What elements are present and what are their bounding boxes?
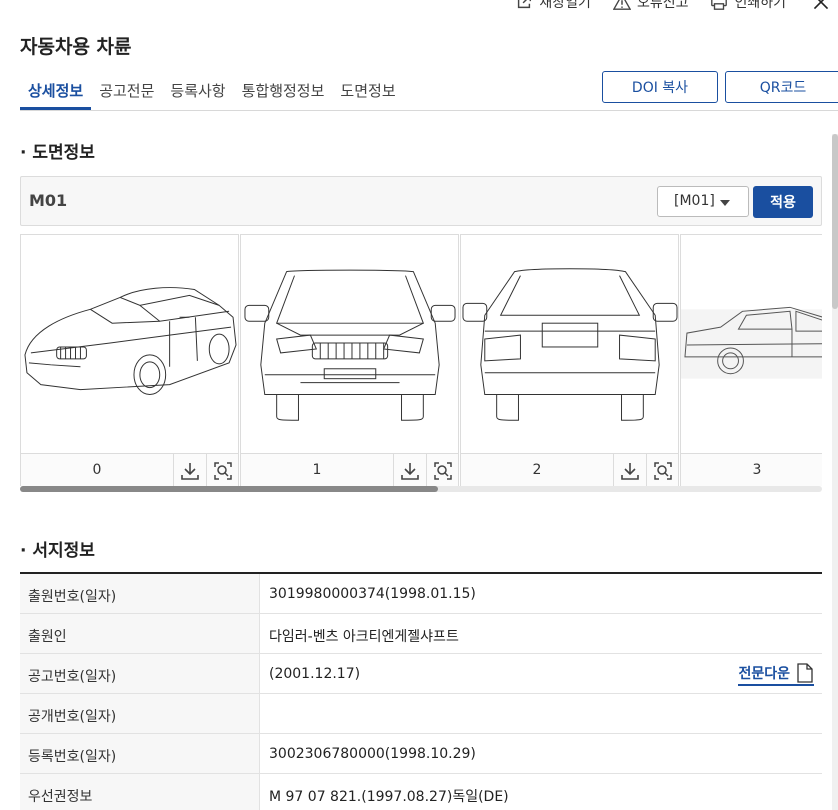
- drawing-card[interactable]: 2: [460, 234, 679, 486]
- car-side-drawing[interactable]: [681, 235, 822, 453]
- drawing-card[interactable]: 1: [240, 234, 459, 486]
- car-perspective-drawing[interactable]: [21, 235, 238, 453]
- qr-code-button[interactable]: QR코드: [725, 71, 838, 103]
- row-value: 3002306780000(1998.10.29): [269, 746, 476, 762]
- doi-copy-button[interactable]: DOI 복사: [602, 71, 718, 103]
- close-icon[interactable]: [812, 0, 830, 11]
- row-key: 출원인: [20, 614, 260, 653]
- car-rear-drawing[interactable]: [461, 235, 678, 453]
- drawing-index: 2: [532, 462, 542, 478]
- zoom-button[interactable]: [426, 454, 459, 486]
- zoom-icon: [654, 461, 672, 480]
- drawing-card[interactable]: 0: [20, 234, 239, 486]
- new-window-link[interactable]: 새창열기: [515, 0, 591, 12]
- report-error-link[interactable]: 오류신고: [612, 0, 689, 12]
- download-button[interactable]: [173, 454, 206, 486]
- warning-icon: [612, 0, 631, 10]
- tab-announcement[interactable]: 공고전문: [91, 78, 162, 110]
- tab-drawing[interactable]: 도면정보: [332, 78, 403, 110]
- download-icon: [401, 462, 419, 480]
- table-row: 공고번호(일자) (2001.12.17) 전문다운: [20, 654, 822, 694]
- card-footer: 2: [461, 453, 678, 486]
- full-text-download-link[interactable]: 전문다운: [738, 663, 814, 686]
- drawing-select-value: [M01]: [674, 193, 715, 209]
- apply-button[interactable]: 적용: [753, 186, 813, 218]
- row-key: 등록번호(일자): [20, 734, 260, 773]
- row-key: 공개번호(일자): [20, 694, 260, 733]
- printer-icon: [711, 0, 728, 10]
- row-value-cell: (2001.12.17) 전문다운: [260, 654, 822, 693]
- page-title: 자동차용 차륜: [20, 36, 132, 58]
- card-footer: 3: [681, 453, 822, 486]
- bib-info-table: 출원번호(일자) 3019980000374(1998.01.15) 출원인 다…: [20, 572, 822, 810]
- card-footer: 0: [21, 453, 238, 486]
- zoom-icon: [214, 461, 232, 480]
- bib-section-title: · 서지정보: [20, 541, 95, 561]
- row-key: 우선권정보: [20, 774, 260, 810]
- download-button[interactable]: [393, 454, 426, 486]
- drawing-index: 1: [312, 462, 322, 478]
- print-label: 인쇄하기: [734, 0, 786, 11]
- row-value: M 97 07 821.(1997.08.27)독일(DE): [269, 789, 509, 805]
- row-key: 공고번호(일자): [20, 654, 260, 693]
- row-value: (2001.12.17): [269, 666, 361, 682]
- table-row: 우선권정보 M 97 07 821.(1997.08.27)독일(DE): [20, 774, 822, 810]
- drawing-selector-bar: M01 [M01] 적용: [20, 176, 822, 226]
- zoom-icon: [434, 461, 452, 480]
- gallery-scrollbar-thumb[interactable]: [20, 486, 438, 492]
- drawing-code: M01: [29, 191, 68, 210]
- drawing-select[interactable]: [M01]: [657, 186, 749, 217]
- scrollbar-thumb[interactable]: [832, 134, 838, 309]
- card-footer: 1: [241, 453, 458, 486]
- row-key: 출원번호(일자): [20, 574, 260, 613]
- download-button[interactable]: [613, 454, 646, 486]
- top-actions: 새창열기 오류신고 인쇄하기: [515, 0, 830, 12]
- row-value: 다임러-벤츠 아크티엔게젤샤프트: [269, 629, 459, 645]
- drawing-index: 3: [752, 462, 762, 478]
- document-icon: [797, 663, 813, 683]
- report-error-label: 오류신고: [636, 0, 689, 11]
- new-window-label: 새창열기: [539, 0, 591, 11]
- tab-detail[interactable]: 상세정보: [20, 78, 92, 110]
- drawing-gallery: 0 1 2 3: [20, 234, 822, 486]
- table-row: 출원인 다임러-벤츠 아크티엔게젤샤프트: [20, 614, 822, 654]
- table-row: 등록번호(일자) 3002306780000(1998.10.29): [20, 734, 822, 774]
- vertical-scrollbar[interactable]: [832, 134, 838, 810]
- download-icon: [621, 462, 639, 480]
- print-link[interactable]: 인쇄하기: [710, 0, 786, 12]
- car-front-drawing[interactable]: [241, 235, 458, 453]
- row-value: [260, 694, 822, 733]
- drawing-section-title: · 도면정보: [20, 143, 95, 163]
- download-icon: [181, 462, 199, 480]
- drawing-card[interactable]: 3: [680, 234, 822, 486]
- drawing-index: 0: [92, 462, 102, 478]
- download-link-label: 전문다운: [738, 666, 790, 682]
- zoom-button[interactable]: [646, 454, 679, 486]
- gallery-scrollbar[interactable]: [20, 486, 822, 492]
- chevron-down-icon: [720, 200, 730, 206]
- table-row: 출원번호(일자) 3019980000374(1998.01.15): [20, 574, 822, 614]
- external-link-icon: [518, 0, 532, 9]
- tab-admin-info[interactable]: 통합행정정보: [234, 78, 333, 110]
- row-value: 3019980000374(1998.01.15): [269, 586, 476, 602]
- tab-registration[interactable]: 등록사항: [162, 78, 233, 110]
- zoom-button[interactable]: [206, 454, 239, 486]
- table-row: 공개번호(일자): [20, 694, 822, 734]
